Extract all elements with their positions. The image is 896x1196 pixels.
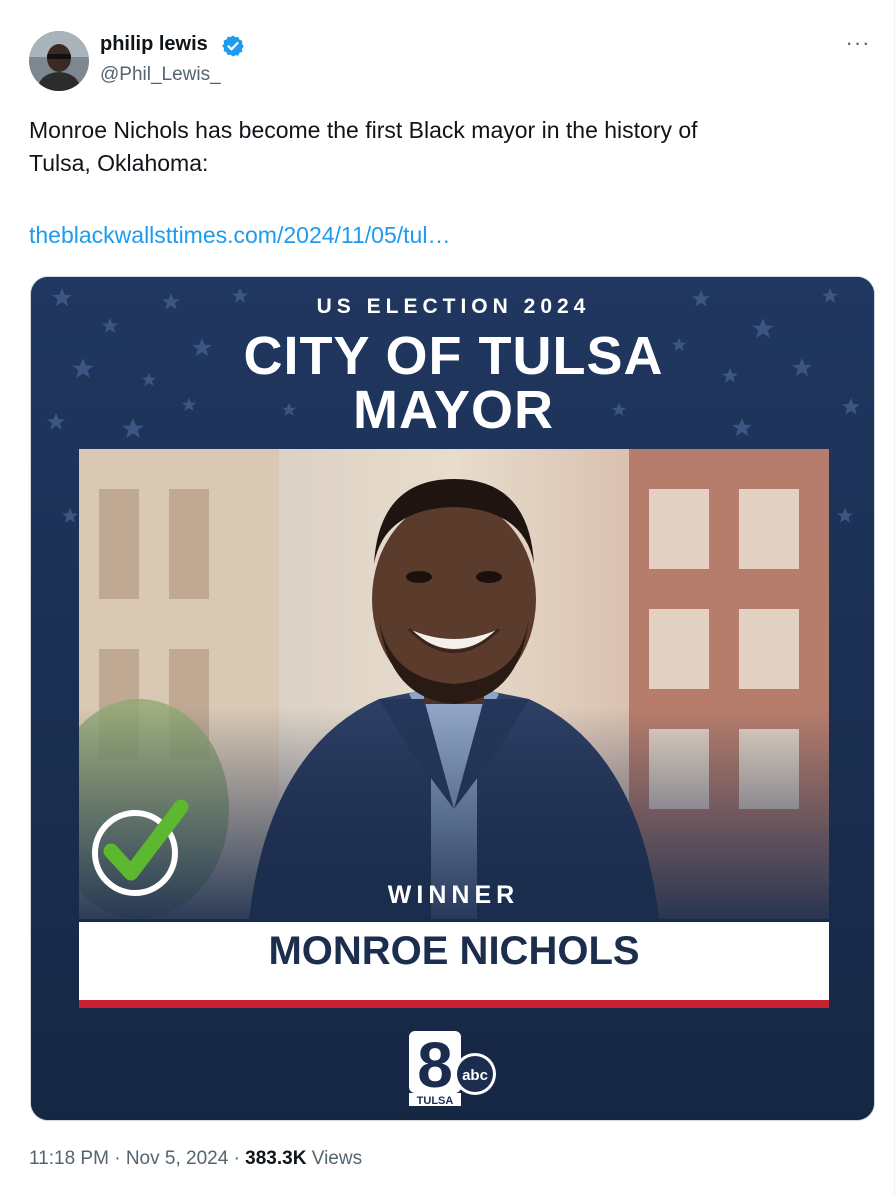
tweet-media-image[interactable]: US ELECTION 2024 CITY OF TULSA MAYOR WIN… xyxy=(30,276,875,1121)
more-options-button[interactable]: ··· xyxy=(838,30,878,60)
svg-text:TULSA: TULSA xyxy=(417,1095,454,1107)
tweet-link[interactable]: theblackwallsttimes.com/2024/11/05/tul… xyxy=(29,222,450,249)
tweet-date[interactable]: Nov 5, 2024 xyxy=(126,1148,228,1169)
meta-separator: · xyxy=(233,1148,240,1169)
candidate-name: MONROE NICHOLS xyxy=(268,929,640,973)
avatar-image xyxy=(29,31,89,91)
avatar[interactable] xyxy=(29,31,89,91)
tweet-time[interactable]: 11:18 PM xyxy=(29,1148,109,1169)
author-handle[interactable]: @Phil_Lewis_ xyxy=(100,64,221,86)
candidate-photo xyxy=(79,449,829,919)
tweet-text: Monroe Nichols has become the first Blac… xyxy=(29,117,698,176)
svg-text:8: 8 xyxy=(417,1029,453,1101)
svg-text:abc: abc xyxy=(462,1067,488,1084)
views-count[interactable]: 383.3K xyxy=(245,1148,306,1169)
election-title-line2: MAYOR xyxy=(352,380,555,440)
election-title-line1: CITY OF TULSA xyxy=(243,326,664,386)
candidate-name-bar: MONROE NICHOLS xyxy=(79,922,829,1008)
election-supertitle: US ELECTION 2024 xyxy=(316,295,591,318)
winner-label: WINNER xyxy=(387,881,520,909)
tweet-metadata: 11:18 PM · Nov 5, 2024 · 383.3K Views xyxy=(29,1148,362,1170)
meta-separator: · xyxy=(114,1148,121,1169)
author-display-name[interactable]: philip lewis xyxy=(100,33,208,56)
views-label: Views xyxy=(311,1148,363,1169)
abc-8-tulsa-logo: 8 abc TULSA xyxy=(409,1029,496,1107)
verified-badge-icon xyxy=(222,35,244,57)
